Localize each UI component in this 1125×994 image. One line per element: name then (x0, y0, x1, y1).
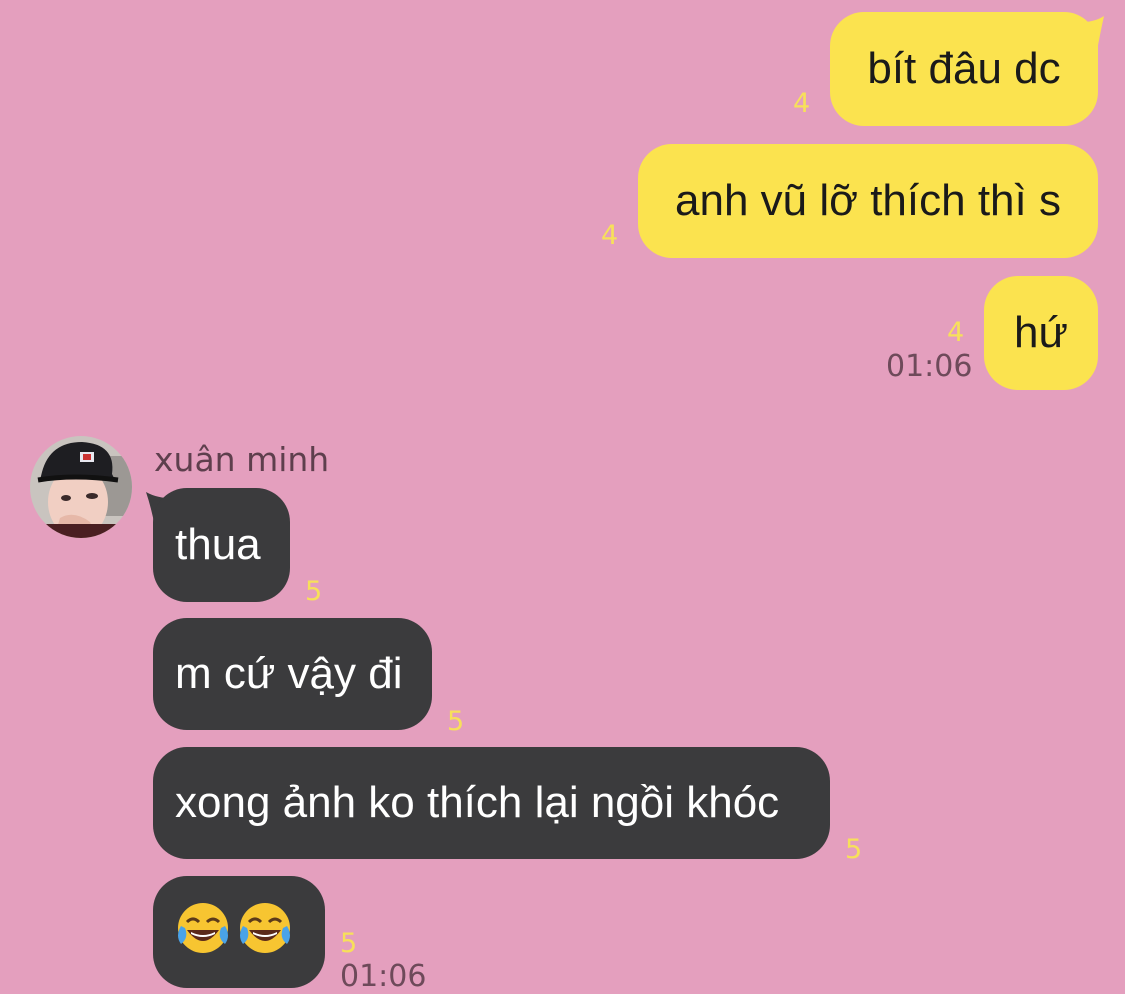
unread-count: 5 (845, 834, 863, 865)
message-timestamp: 01:06 (886, 349, 973, 384)
unread-count: 5 (305, 576, 323, 607)
unread-count: 4 (947, 317, 965, 348)
unread-count: 5 (447, 706, 465, 737)
unread-count: 4 (601, 220, 619, 251)
message-text: bít đâu dc (867, 44, 1061, 93)
contact-name: xuân minh (154, 440, 330, 479)
incoming-message-bubble[interactable]: m cứ vậy đi (153, 618, 432, 730)
incoming-message-bubble[interactable]: xong ảnh ko thích lại ngồi khóc (153, 747, 830, 859)
message-text: xong ảnh ko thích lại ngồi khóc (175, 778, 780, 827)
incoming-message-bubble[interactable]: thua (153, 488, 290, 602)
message-text: anh vũ lỡ thích thì s (675, 176, 1061, 225)
message-timestamp: 01:06 (340, 959, 427, 994)
unread-count: 5 (340, 928, 358, 959)
face-with-tears-of-joy-icon (237, 900, 293, 964)
message-text: thua (175, 520, 261, 569)
contact-avatar[interactable] (30, 436, 132, 538)
incoming-message-bubble[interactable] (153, 876, 325, 988)
outgoing-message-bubble[interactable]: bít đâu dc (830, 12, 1098, 126)
unread-count: 4 (793, 88, 811, 119)
outgoing-message-bubble[interactable]: anh vũ lỡ thích thì s (638, 144, 1098, 258)
outgoing-message-bubble[interactable]: hứ (984, 276, 1098, 390)
message-text: hứ (1014, 308, 1068, 357)
face-with-tears-of-joy-icon (175, 900, 231, 964)
message-text: m cứ vậy đi (175, 649, 403, 698)
